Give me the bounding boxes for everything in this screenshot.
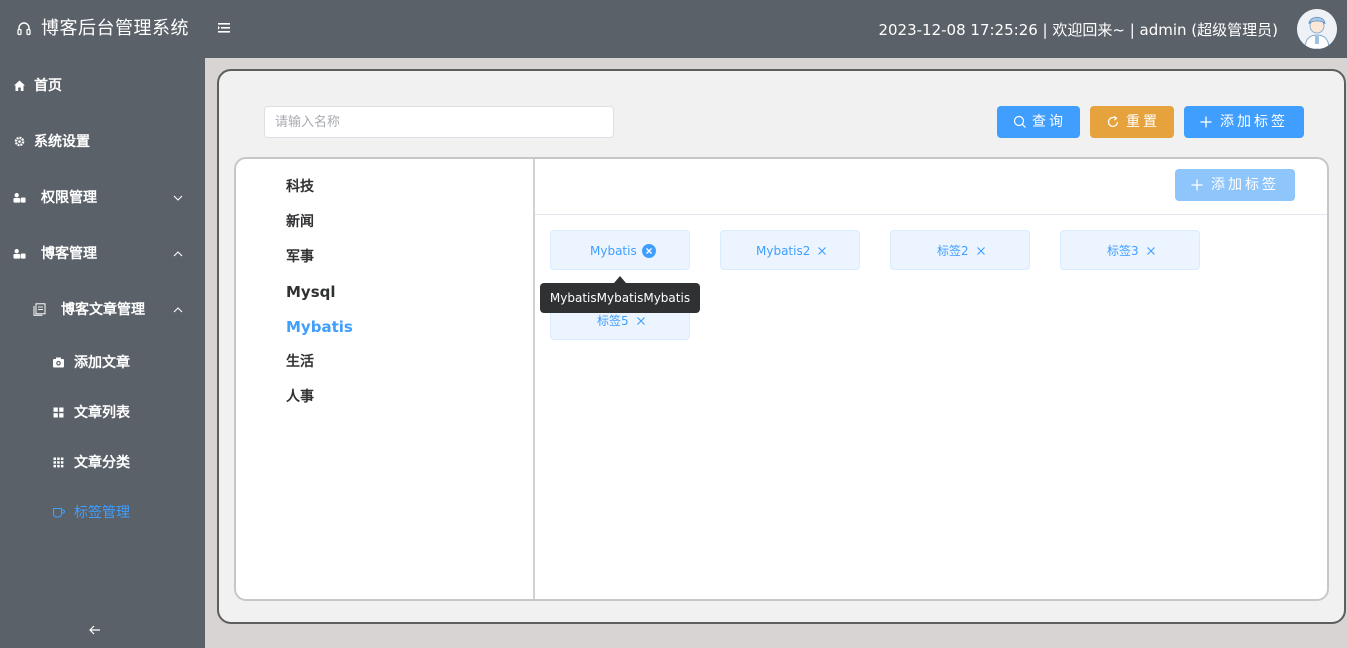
- user-group-icon: [13, 249, 26, 259]
- sidebar-item-label: 文章分类: [74, 455, 130, 471]
- query-button-label: 查询: [1032, 114, 1066, 130]
- refresh-icon: [1107, 115, 1119, 128]
- search-icon: [1013, 115, 1026, 128]
- sidebar-item-label: 首页: [34, 78, 62, 94]
- tag-item[interactable]: Mybatis2: [720, 230, 860, 270]
- sidebar-item-add-article[interactable]: 添加文章: [0, 343, 205, 383]
- sidebar-item-label: 权限管理: [41, 190, 97, 206]
- category-item[interactable]: Mysql: [286, 282, 336, 302]
- reset-button[interactable]: 重置: [1090, 106, 1174, 138]
- user-info-text: 2023-12-08 17:25:26 | 欢迎回来~ | admin (超级管…: [878, 21, 1278, 39]
- sidebar-item-label: 添加文章: [74, 355, 130, 371]
- user-avatar-icon: [1297, 9, 1337, 49]
- cup-icon: [52, 507, 65, 518]
- tag-label: 标签5: [597, 314, 629, 328]
- fold-menu-icon[interactable]: [216, 20, 232, 36]
- home-icon: [14, 80, 25, 91]
- sidebar-item-label: 博客文章管理: [61, 302, 145, 318]
- tag-card: [234, 157, 1329, 601]
- sidebar-item-blog[interactable]: 博客管理: [0, 234, 205, 274]
- tag-label: Mybatis2: [756, 244, 811, 258]
- sidebar-item-label: 文章列表: [74, 405, 130, 421]
- tag-tooltip: MybatisMybatisMybatis: [540, 283, 700, 313]
- chevron-down-icon: [173, 195, 183, 201]
- sidebar-item-tag-management[interactable]: 标签管理: [0, 493, 205, 533]
- reset-button-label: 重置: [1126, 114, 1160, 130]
- close-icon[interactable]: [1145, 245, 1157, 257]
- category-item[interactable]: 军事: [286, 247, 314, 267]
- plus-icon: [1200, 116, 1212, 128]
- tag-label: 标签3: [1107, 244, 1139, 258]
- close-circle-icon[interactable]: [642, 244, 656, 258]
- category-item[interactable]: 生活: [286, 352, 314, 372]
- add-tag-button-label: 添加标签: [1220, 114, 1288, 130]
- sidebar-item-article-list[interactable]: 文章列表: [0, 393, 205, 433]
- add-tag-button-label: 添加标签: [1211, 177, 1279, 193]
- avatar[interactable]: [1297, 9, 1337, 49]
- divider: [533, 159, 535, 599]
- add-tag-button-secondary[interactable]: 添加标签: [1175, 169, 1295, 201]
- add-tag-button[interactable]: 添加标签: [1184, 106, 1304, 138]
- headset-icon: [17, 22, 31, 36]
- sidebar-item-label: 标签管理: [74, 505, 130, 521]
- close-icon[interactable]: [635, 315, 647, 327]
- sidebar-item-blog-article[interactable]: 博客文章管理: [0, 290, 205, 330]
- close-icon[interactable]: [975, 245, 987, 257]
- arrow-left-icon[interactable]: [88, 623, 102, 637]
- sidebar-item-home[interactable]: 首页: [0, 66, 205, 106]
- top-header: 博客后台管理系统 2023-12-08 17:25:26 | 欢迎回来~ | a…: [0, 0, 1347, 58]
- user-group-icon: [13, 193, 26, 203]
- tag-item[interactable]: Mybatis: [550, 230, 690, 270]
- tooltip-arrow: [614, 276, 626, 283]
- tag-item[interactable]: 标签2: [890, 230, 1030, 270]
- category-item[interactable]: 科技: [286, 177, 314, 197]
- gear-icon: [14, 136, 25, 147]
- category-item[interactable]: 新闻: [286, 212, 314, 232]
- search-input[interactable]: [264, 106, 614, 138]
- tag-label: Mybatis: [590, 244, 637, 258]
- camera-icon: [53, 357, 64, 368]
- sidebar-item-article-category[interactable]: 文章分类: [0, 443, 205, 483]
- app-title: 博客后台管理系统: [41, 18, 189, 39]
- sidebar: 首页 系统设置 权限管理 博客管理 博客文章管理 添加文章 文章列表 文章分类 …: [0, 58, 205, 648]
- chevron-up-icon: [173, 251, 183, 257]
- query-button[interactable]: 查询: [997, 106, 1080, 138]
- divider: [535, 214, 1327, 215]
- sidebar-item-label: 系统设置: [34, 134, 90, 150]
- sidebar-item-permission[interactable]: 权限管理: [0, 178, 205, 218]
- close-icon[interactable]: [816, 245, 828, 257]
- plus-icon: [1191, 179, 1203, 191]
- tag-label: 标签2: [937, 244, 969, 258]
- grid-icon: [53, 407, 64, 418]
- category-item[interactable]: 人事: [286, 387, 314, 407]
- sidebar-item-system-settings[interactable]: 系统设置: [0, 122, 205, 162]
- category-item-selected[interactable]: Mybatis: [286, 317, 353, 337]
- chevron-up-icon: [173, 307, 183, 313]
- grid-dots-icon: [53, 457, 64, 468]
- sidebar-item-label: 博客管理: [41, 246, 97, 262]
- tag-item[interactable]: 标签3: [1060, 230, 1200, 270]
- document-icon: [33, 303, 46, 316]
